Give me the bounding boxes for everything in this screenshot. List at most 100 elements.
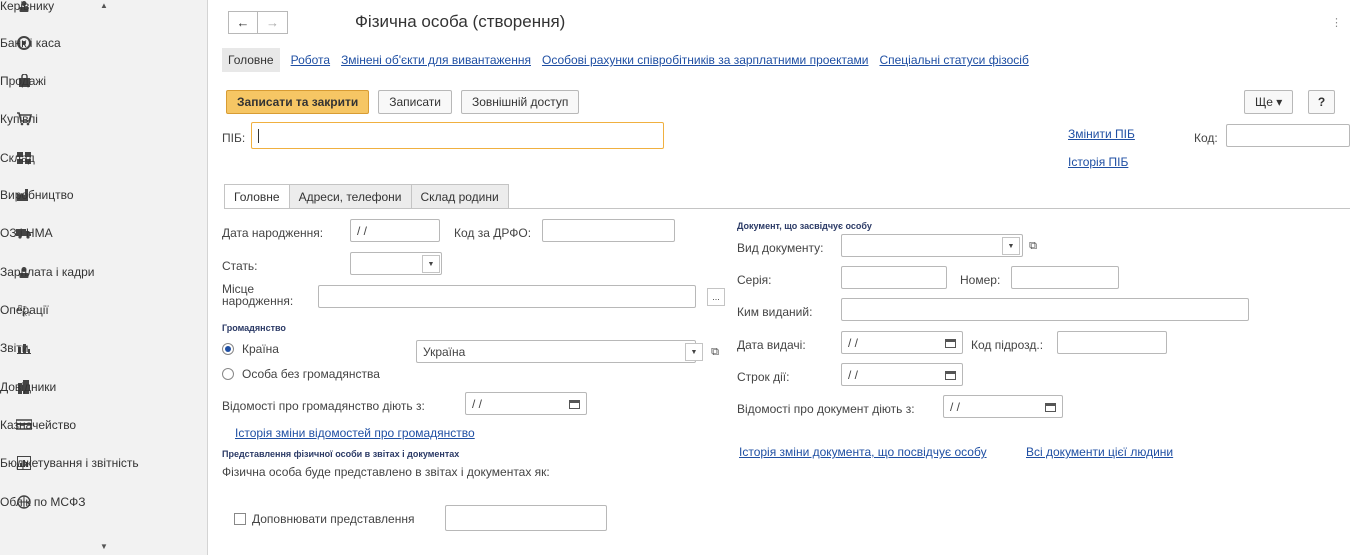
doc-from-label: Відомості про документ діють з:: [737, 402, 915, 416]
birth-date-label: Дата народження:: [222, 226, 324, 240]
supplement-input[interactable]: [445, 505, 607, 531]
calendar-icon[interactable]: [1045, 403, 1056, 412]
doc-type-select[interactable]: [841, 234, 1023, 257]
country-dropdown-icon[interactable]: ▼: [685, 343, 703, 361]
sidebar-item[interactable]: Зарплата і кадри: [0, 253, 207, 291]
calendar-icon[interactable]: [945, 371, 956, 380]
country-radio[interactable]: [222, 343, 234, 355]
drfo-input[interactable]: [542, 219, 675, 242]
sidebar-item[interactable]: Бюджетування і звітність: [0, 444, 207, 482]
sidebar-item-label: Купівлі: [0, 112, 38, 126]
representation-text: Фізична особа буде представлено в звітах…: [222, 465, 550, 479]
birthplace-select-button[interactable]: ...: [707, 288, 725, 306]
sidebar-item[interactable]: Продажі: [0, 62, 207, 100]
change-pib-link[interactable]: Змінити ПІБ: [1068, 127, 1135, 141]
sidebar-item[interactable]: Казначейство: [0, 406, 207, 444]
sidebar-item-label: Облік по МСФЗ: [0, 495, 86, 509]
scroll-down-icon[interactable]: ▼: [0, 541, 207, 553]
number-input[interactable]: [1011, 266, 1119, 289]
sidebar-item-label: Керівнику: [0, 0, 55, 13]
forward-button[interactable]: →: [258, 11, 288, 34]
form-tab-main[interactable]: Головне: [224, 184, 290, 209]
tab-special-statuses[interactable]: Спеціальні статуси фізосіб: [879, 53, 1028, 67]
sidebar-item-label: Операції: [0, 303, 49, 317]
open-country-icon[interactable]: ⧉: [706, 343, 724, 361]
doc-type-label: Вид документу:: [737, 241, 824, 255]
pib-label: ПІБ:: [222, 131, 246, 145]
open-doc-type-icon[interactable]: ⧉: [1024, 237, 1042, 255]
toolbar: Записати та закрити Записати Зовнішній д…: [226, 90, 588, 114]
form-tab-family[interactable]: Склад родини: [410, 184, 509, 209]
number-label: Номер:: [960, 273, 1001, 287]
birth-date-input[interactable]: / /: [350, 219, 440, 242]
save-button[interactable]: Записати: [378, 90, 452, 114]
back-button[interactable]: ←: [228, 11, 258, 34]
sidebar-item-label: Зарплата і кадри: [0, 265, 95, 279]
more-button[interactable]: Ще ▾: [1244, 90, 1294, 114]
document-title: Документ, що засвідчує особу: [737, 221, 872, 231]
sidebar-item-label: Продажі: [0, 74, 47, 88]
doc-history-link[interactable]: Історія зміни документа, що посвідчує ос…: [739, 445, 987, 459]
sidebar-item[interactable]: Дт Кт Операції: [0, 291, 207, 329]
sidebar-item[interactable]: Виробництво: [0, 176, 207, 214]
form-sections: Головне Робота Змінені об'єкти для виван…: [222, 48, 1029, 72]
dept-code-label: Код підрозд.:: [971, 338, 1044, 352]
form-tab-addresses[interactable]: Адреси, телефони: [288, 184, 412, 209]
tab-main[interactable]: Головне: [222, 48, 280, 72]
save-and-close-button[interactable]: Записати та закрити: [226, 90, 370, 114]
sidebar-item[interactable]: Довідники: [0, 368, 207, 406]
sidebar-item-label: Бюджетування і звітність: [0, 456, 139, 470]
birthplace-label-line2: народження:: [222, 294, 294, 308]
tab-work[interactable]: Робота: [291, 53, 330, 67]
sidebar-item[interactable]: Керівнику: [0, 0, 207, 25]
tab-personal-accounts[interactable]: Особові рахунки співробітників за зарпла…: [542, 53, 868, 67]
birthplace-input[interactable]: [318, 285, 696, 308]
supplement-checkbox[interactable]: [234, 513, 246, 525]
birthplace-label: Місце народження:: [222, 283, 293, 307]
series-input[interactable]: [841, 266, 947, 289]
issued-by-input[interactable]: [841, 298, 1249, 321]
sidebar-item[interactable]: Облік по МСФЗ: [0, 483, 207, 521]
issue-date-label: Дата видачі:: [737, 338, 806, 352]
valid-label: Строк дії:: [737, 370, 790, 384]
section-sidebar: ▲ Керівнику Банк і каса Продажі Купівлі Скла…: [0, 0, 208, 555]
help-button[interactable]: ?: [1308, 90, 1335, 114]
more-menu-icon[interactable]: ⋮: [1331, 16, 1342, 29]
tab-divider: [224, 208, 1350, 209]
form-area: ← → Фізична особа (створення) ⋮ Головне …: [209, 0, 1350, 555]
pib-history-link[interactable]: Історія ПІБ: [1068, 155, 1128, 169]
calendar-icon[interactable]: [569, 400, 580, 409]
sidebar-item[interactable]: ОЗ і НМА: [0, 214, 207, 252]
sidebar-item-label: ОЗ і НМА: [0, 226, 53, 240]
sidebar-item-label: Довідники: [0, 380, 57, 394]
citizenship-history-link[interactable]: Історія зміни відомостей про громадянств…: [235, 426, 475, 440]
sidebar-item-label: Казначейство: [0, 418, 77, 432]
doc-type-dropdown-icon[interactable]: ▼: [1002, 237, 1020, 255]
sex-label: Стать:: [222, 259, 258, 273]
page-title: Фізична особа (створення): [355, 12, 566, 31]
code-label: Код:: [1194, 131, 1218, 145]
sidebar-item[interactable]: Банк і каса: [0, 24, 207, 62]
code-input[interactable]: [1226, 124, 1350, 147]
sidebar-item-label: Банк і каса: [0, 36, 61, 50]
citizenship-from-label: Відомості про громадянство діють з:: [222, 399, 425, 413]
country-radio-label: Країна: [242, 342, 279, 356]
sidebar-item[interactable]: Звіти: [0, 329, 207, 367]
representation-title: Представлення фізичної особи в звітах і …: [222, 449, 460, 459]
citizenship-title: Громадянство: [222, 323, 286, 333]
all-docs-link[interactable]: Всі документи цієї людини: [1026, 445, 1173, 459]
sidebar-item[interactable]: Склад: [0, 139, 207, 177]
tab-changed-objects[interactable]: Змінені об'єкти для вивантаження: [341, 53, 531, 67]
issued-by-label: Ким виданий:: [737, 305, 813, 319]
stateless-radio-label: Особа без громадянства: [242, 367, 380, 381]
series-label: Серія:: [737, 273, 772, 287]
external-access-button[interactable]: Зовнішній доступ: [460, 90, 580, 114]
sidebar-item[interactable]: Купівлі: [0, 100, 207, 138]
sidebar-item-label: Звіти: [0, 341, 29, 355]
dept-code-input[interactable]: [1057, 331, 1167, 354]
stateless-radio[interactable]: [222, 368, 234, 380]
pib-input[interactable]: [251, 122, 664, 149]
calendar-icon[interactable]: [945, 339, 956, 348]
country-input[interactable]: Україна: [416, 340, 696, 363]
sex-dropdown-icon[interactable]: ▼: [422, 255, 440, 273]
